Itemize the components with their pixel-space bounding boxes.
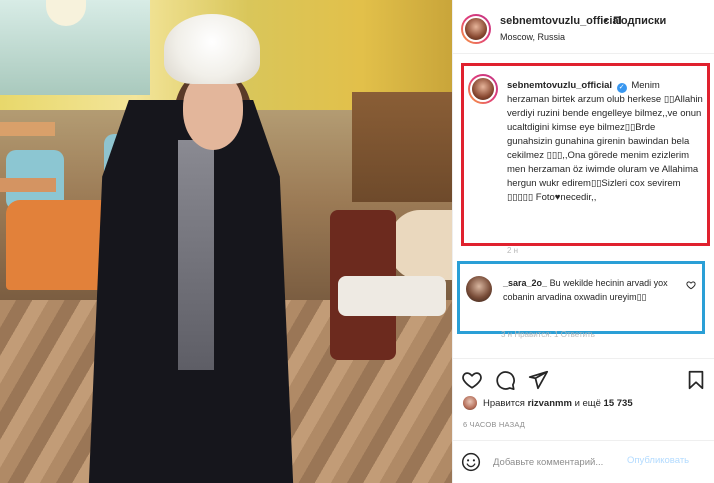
caption-text-block: sebnemtovuzlu_official ✓ Menim herzaman … bbox=[507, 79, 703, 205]
liker-username[interactable]: rizvanmm bbox=[528, 398, 572, 409]
add-comment-bar: Опубликовать bbox=[453, 440, 714, 483]
comment-meta: 3 н Нравится: 1 Ответить bbox=[501, 330, 595, 339]
post-location[interactable]: Moscow, Russia bbox=[500, 32, 565, 42]
photo-person-dress bbox=[178, 140, 214, 370]
verified-badge-icon: ✓ bbox=[616, 83, 627, 93]
photo-table bbox=[0, 178, 56, 192]
comment-highlight-box: _sara_2o_ Bu wekilde hecinin arvadi yox … bbox=[457, 261, 705, 334]
liker-avatar bbox=[463, 396, 477, 410]
caption-highlight-box: sebnemtovuzlu_official ✓ Menim herzaman … bbox=[461, 63, 710, 246]
caption-meta: 2 н bbox=[507, 246, 519, 255]
photo-table bbox=[0, 122, 55, 136]
commenter-username[interactable]: _sara_2o_ bbox=[503, 278, 547, 288]
post-timestamp[interactable]: 6 ЧАСОВ НАЗАД bbox=[463, 420, 525, 429]
photo-bar-counter bbox=[352, 92, 452, 202]
caption-avatar[interactable] bbox=[468, 74, 498, 104]
likes-count[interactable]: 15 735 bbox=[604, 398, 633, 409]
caption-username[interactable]: sebnemtovuzlu_official bbox=[507, 80, 612, 91]
photo-table bbox=[388, 210, 452, 280]
post-header: sebnemtovuzlu_official • Подписки Moscow… bbox=[453, 0, 714, 54]
author-avatar[interactable] bbox=[461, 14, 491, 44]
emoji-smile-icon[interactable] bbox=[461, 452, 481, 472]
header-separator: • bbox=[604, 15, 608, 27]
caption-text: Menim herzaman birtek arzum olub herkese… bbox=[507, 80, 703, 203]
commenter-avatar[interactable] bbox=[466, 276, 492, 302]
likes-middle: и ещё bbox=[574, 398, 601, 409]
following-button[interactable]: Подписки bbox=[613, 15, 666, 27]
likes-summary[interactable]: Нравится rizvanmm и ещё 15 735 bbox=[461, 396, 711, 412]
likes-prefix: Нравится bbox=[483, 398, 525, 409]
publish-button[interactable]: Опубликовать bbox=[627, 455, 689, 466]
post-photo[interactable] bbox=[0, 0, 452, 483]
post-sidebar: sebnemtovuzlu_official • Подписки Moscow… bbox=[452, 0, 714, 483]
heart-outline-icon[interactable] bbox=[461, 369, 483, 391]
photo-chair-seat bbox=[338, 276, 446, 316]
add-comment-input[interactable] bbox=[493, 454, 623, 470]
likes-text: Нравится rizvanmm и ещё 15 735 bbox=[483, 398, 633, 409]
comment-bubble-icon[interactable] bbox=[494, 369, 516, 391]
paper-plane-icon[interactable] bbox=[527, 369, 549, 391]
bookmark-icon[interactable] bbox=[685, 369, 707, 391]
comment-text-block: _sara_2o_ Bu wekilde hecinin arvadi yox … bbox=[503, 276, 675, 304]
comment-like-heart-icon[interactable] bbox=[686, 280, 696, 290]
photo-person-fur-hat bbox=[164, 14, 260, 84]
post-actions-bar bbox=[453, 358, 714, 398]
